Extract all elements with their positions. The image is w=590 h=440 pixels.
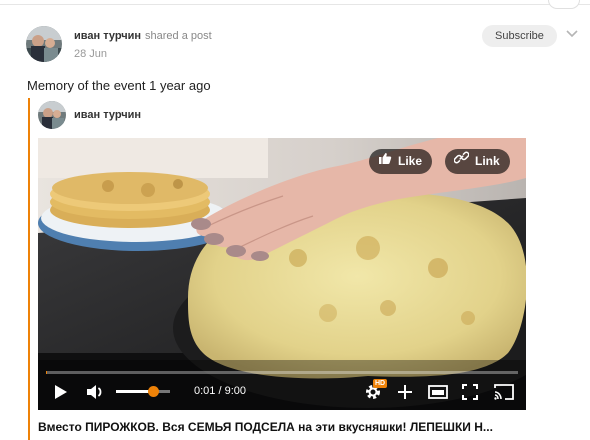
volume-icon[interactable] [85, 382, 107, 402]
volume-slider[interactable] [116, 390, 170, 393]
thumbs-up-icon [378, 149, 392, 174]
cast-icon[interactable] [493, 382, 515, 402]
video-frame [38, 138, 526, 410]
play-icon[interactable] [52, 382, 70, 402]
shared-author-name[interactable]: иван турчин [74, 109, 141, 121]
shared-author-avatar[interactable] [38, 101, 66, 129]
top-divider [0, 4, 590, 5]
post-date[interactable]: 28 Jun [74, 48, 107, 60]
link-icon [453, 149, 470, 174]
like-label: Like [398, 154, 423, 168]
shared-post-accent-bar [28, 98, 30, 440]
video-player[interactable]: Like Link 0:01 / 9:00 HD [38, 138, 526, 410]
miniplayer-icon[interactable] [427, 382, 449, 402]
time-display: 0:01 / 9:00 [194, 385, 246, 397]
shared-action-text: shared a post [145, 30, 212, 42]
like-button[interactable]: Like [369, 149, 433, 174]
author-name[interactable]: иван турчин [74, 30, 141, 42]
volume-handle[interactable] [147, 386, 159, 397]
memory-text: Memory of the event 1 year ago [27, 78, 211, 93]
author-avatar[interactable] [26, 26, 62, 62]
scroll-top-bubble [548, 0, 580, 9]
video-title[interactable]: Вместо ПИРОЖКОВ. Вся СЕМЬЯ ПОДСЕЛА на эт… [38, 420, 528, 434]
hd-badge: HD [373, 379, 388, 388]
add-icon[interactable] [395, 382, 415, 402]
progress-fill [46, 371, 48, 374]
progress-track[interactable] [46, 371, 518, 374]
link-label: Link [475, 154, 500, 168]
subscribe-button[interactable]: Subscribe [482, 25, 557, 47]
link-button[interactable]: Link [445, 149, 510, 174]
chevron-down-icon[interactable] [566, 27, 578, 41]
fullscreen-icon[interactable] [460, 382, 480, 402]
